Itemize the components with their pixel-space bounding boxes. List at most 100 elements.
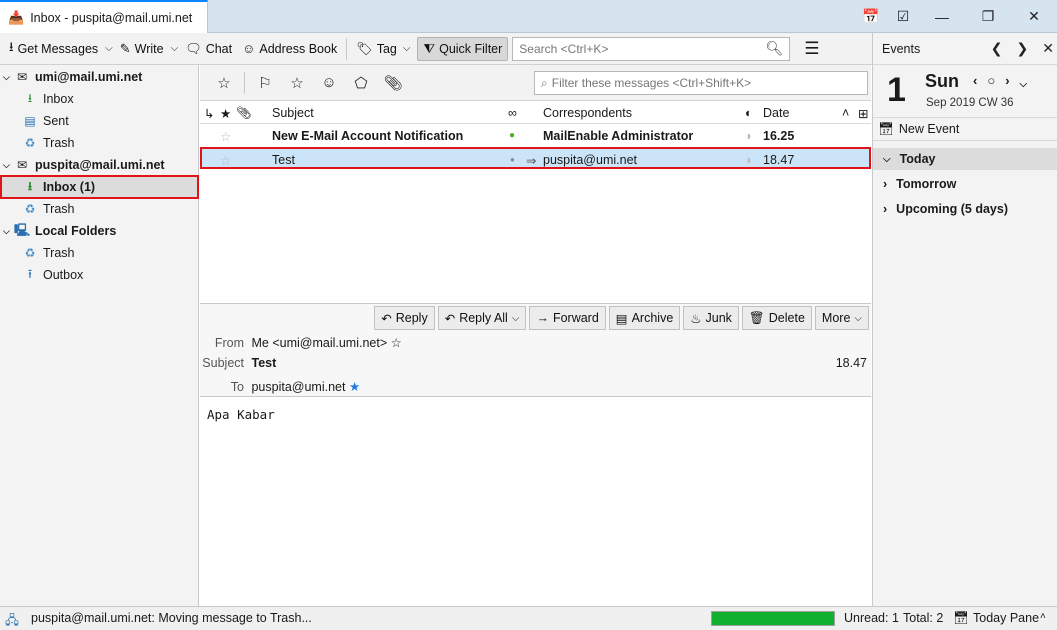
download-icon: ⭳ [9,38,14,54]
table-row[interactable]: ☆ Test ● ⇒ puspita@umi.net ◑ 18.47 [200,147,871,169]
table-row[interactable]: ☆ New E-Mail Account Notification ● Mail… [200,125,871,147]
write-button[interactable]: ✎ Write [115,37,169,61]
read-dot-icon[interactable]: ● [510,155,515,164]
attachment-column-icon[interactable]: 📎︎ [236,106,252,121]
reply-label: Reply [395,311,428,325]
address-book-button[interactable]: ☺ Address Book [237,37,342,61]
chat-button[interactable]: 🗨 Chat [180,37,237,61]
new-event-label: New Event [898,122,960,136]
star-column-icon[interactable]: ★ [220,106,231,121]
agenda-upcoming[interactable]: › Upcoming (5 days) [873,198,1057,220]
folder-inbox[interactable]: ⭳ Inbox [0,88,199,110]
junk-status-icon[interactable]: ◑ [744,153,752,167]
to-value[interactable]: puspita@umi.net [251,380,345,394]
outbox-icon: ⭱ [27,266,33,281]
sort-ascending-icon[interactable]: ˄ [842,106,849,120]
agenda-tomorrow[interactable]: › Tomorrow [873,173,1057,195]
sent-icon: ▤ [24,114,36,128]
thread-column-icon[interactable]: ↳ [204,106,214,121]
more-button[interactable]: More ⌵ [814,306,869,330]
write-dropdown-icon[interactable]: ⌵ [169,43,181,54]
unread-dot-icon[interactable]: ● [509,130,515,141]
to-line: To puspita@umi.net ★ [200,379,360,394]
chevron-down-icon[interactable]: ⌵ [1020,79,1028,90]
filter-messages-input[interactable]: ⌕ Filter these messages <Ctrl+Shift+K> [534,71,868,95]
junk-button[interactable]: ♨ Junk [683,306,739,330]
new-event-button[interactable]: 📅︎ New Event [873,117,1057,141]
close-icon[interactable]: ✕ [1042,40,1054,57]
junk-status-icon[interactable]: ◑ [744,129,752,143]
chevron-down-icon[interactable]: ⌵ [883,154,891,165]
chat-icon: 🗨 [185,40,202,56]
forward-button[interactable]: → Forward [529,306,606,330]
read-column-icon[interactable]: ∞ [508,106,517,120]
reply-icon: ↶ [381,311,392,326]
today-pane-toggle[interactable]: Today Pane [973,611,1039,625]
date-column-header[interactable]: Date [763,106,789,120]
folder-inbox-selected[interactable]: ⭳ Inbox (1) [0,175,199,199]
correspondents-column-header[interactable]: Correspondents [543,106,632,120]
thread-column-header: ↳ ★ 📎︎ Subject ∞ Correspondents ◐ Date ˄… [200,102,871,124]
folder-label: Outbox [43,268,84,282]
chevron-right-icon[interactable]: ❯ [1017,40,1029,57]
add-contact-star-icon[interactable]: ☆ [391,336,402,350]
to-label: To [230,380,244,394]
folder-outbox[interactable]: ⭱ Outbox [0,264,199,286]
agenda-today[interactable]: ⌵ Today [873,148,1057,170]
folder-label: Inbox [43,92,74,106]
collapse-icon[interactable]: ⌵ [3,160,13,171]
folder-trash[interactable]: ♻ Trash [0,132,199,154]
collapse-icon[interactable]: ⌵ [3,72,13,83]
delete-button[interactable]: 🗑︎ Delete [741,306,812,330]
archive-button[interactable]: ▤ Archive [608,306,681,330]
quick-filter-button[interactable]: ⧨ Quick Filter [417,36,509,61]
today-dot-icon[interactable]: ○ [987,73,995,90]
previous-day-icon[interactable]: ‹ [973,73,977,90]
get-messages-dropdown-icon[interactable]: ⌵ [103,43,115,54]
account-local-folders[interactable]: ⌵ 🖳 Local Folders [0,220,199,242]
column-picker-icon[interactable]: ⊞ [858,106,868,121]
reply-all-dropdown-icon[interactable]: ⌵ [512,313,520,324]
close-icon[interactable]: ✕ [1011,0,1057,33]
reply-button[interactable]: ↶ Reply [374,306,435,330]
search-input[interactable]: Search <Ctrl+K> 🔍︎ [512,36,791,61]
folder-trash[interactable]: ♻ Trash [0,242,199,264]
account-umi[interactable]: ⌵ ✉ umi@mail.umi.net [0,66,199,88]
calendar-icon[interactable]: 📅 [855,0,887,33]
from-value[interactable]: Me <umi@mail.umi.net> [251,336,387,350]
next-day-icon[interactable]: › [1005,73,1009,90]
subject-column-header[interactable]: Subject [272,106,314,120]
junk-column-icon[interactable]: ◐ [745,106,753,120]
agenda-label: Tomorrow [896,177,957,191]
unread-filter-icon[interactable]: ⚐ [249,74,281,92]
tasks-icon[interactable]: ☑ [887,0,919,33]
collapse-icon[interactable]: ⌵ [3,226,13,237]
today-pane: Events ❮ ❯ ✕ 1 Sun ‹ ○ › ⌵ Sep 2019 CW 3… [872,33,1057,606]
reply-all-button[interactable]: ↶ Reply All ⌵ [437,306,527,330]
reply-all-icon: ↶ [444,311,456,326]
contact-star-icon[interactable]: ★ [349,380,360,394]
menu-icon[interactable]: ☰ [804,39,819,59]
minimize-icon[interactable]: — [919,0,965,33]
contact-filter-icon[interactable]: ☺ [313,74,345,91]
today-pane-toggle-icon[interactable]: 📅︎ [953,611,969,626]
main-toolbar: ⭳ Get Messages ⌵ ✎ Write ⌵ 🗨 Chat ☺ Addr… [0,33,872,65]
attachment-filter-icon[interactable]: 📎︎ [377,74,409,92]
tag-filter-icon[interactable]: ⬠ [345,74,377,92]
account-puspita[interactable]: ⌵ ✉ puspita@mail.umi.net [0,154,199,176]
chevron-up-icon[interactable]: ˄ [1040,611,1046,622]
chevron-right-icon[interactable]: › [883,177,887,191]
folder-trash[interactable]: ♻ Trash [0,198,199,220]
restore-icon[interactable]: ❐ [965,0,1011,33]
star-icon[interactable]: ☆ [220,129,231,144]
tab-inbox[interactable]: 📥 Inbox - puspita@mail.umi.net [0,0,208,34]
star-filter-icon[interactable]: ☆ [281,74,313,92]
star-icon[interactable]: ☆ [220,153,231,168]
tag-button[interactable]: 🏷 Tag ⌵ [351,37,417,61]
chevron-right-icon[interactable]: › [883,202,887,216]
pin-icon[interactable]: ☆ [208,74,240,92]
online-status-icon[interactable]: 🖧 [5,611,19,630]
get-messages-button[interactable]: ⭳ Get Messages [4,37,103,61]
chevron-left-icon[interactable]: ❮ [991,40,1003,57]
folder-sent[interactable]: ▤ Sent [0,110,199,132]
